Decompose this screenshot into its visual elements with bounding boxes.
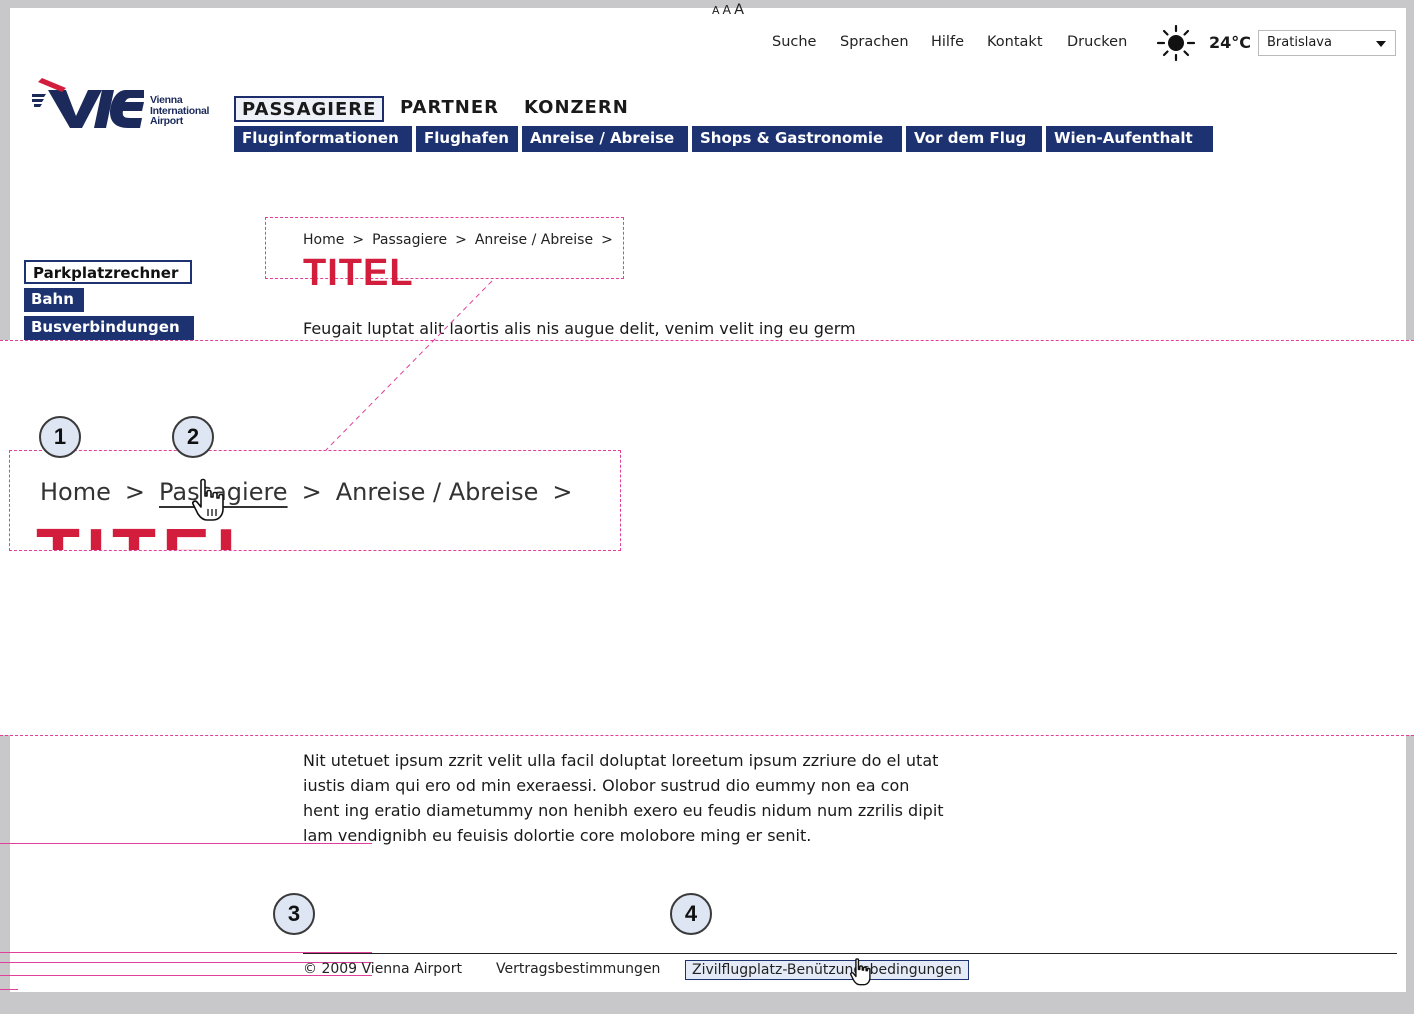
footer-link-vertragsbestimmungen[interactable]: Vertragsbestimmungen <box>496 961 660 977</box>
paragraph-line: iustis diam qui ero od min exeraessi. Ol… <box>303 776 910 795</box>
breadcrumb-zoomed-separator: > <box>124 478 145 506</box>
annotation-marker-4: 4 <box>670 893 712 935</box>
footer-copyright: © 2009 Vienna Airport <box>303 961 462 977</box>
annotation-marker-1: 1 <box>39 416 81 458</box>
guide-line <box>0 989 18 990</box>
guide-line <box>0 843 372 844</box>
paragraph-line: lam vendignibh eu feuisis dolortie core … <box>303 826 812 845</box>
body-paragraph: Nit utetuet ipsum zzrit velit ulla facil… <box>303 748 1003 848</box>
breadcrumb-zoomed-separator: > <box>301 478 322 506</box>
breadcrumb-zoomed-home[interactable]: Home <box>40 478 111 506</box>
annotation-marker-3: 3 <box>273 893 315 935</box>
paragraph-line: Nit utetuet ipsum zzrit velit ulla facil… <box>303 751 939 770</box>
page-title-zoomed: TITEL <box>36 519 296 550</box>
annotation-marker-2: 2 <box>172 416 214 458</box>
page-title-zoomed-clip: TITEL <box>36 515 296 550</box>
footer-link-zivilflugplatz[interactable]: Zivilflugplatz-Benützungsbedingungen <box>685 960 969 980</box>
breadcrumb-zoomed-separator: > <box>552 478 573 506</box>
hand-cursor-icon <box>850 958 871 986</box>
breadcrumb-zoomed: Home > Passagiere > Anreise / Abreise > <box>40 478 587 506</box>
paragraph-line: hent ing eratio diametummy non henibh ex… <box>303 801 944 820</box>
footer-divider <box>303 953 1397 954</box>
hand-cursor-icon <box>192 478 224 521</box>
breadcrumb-zoomed-anreise-abreise[interactable]: Anreise / Abreise <box>336 478 539 506</box>
